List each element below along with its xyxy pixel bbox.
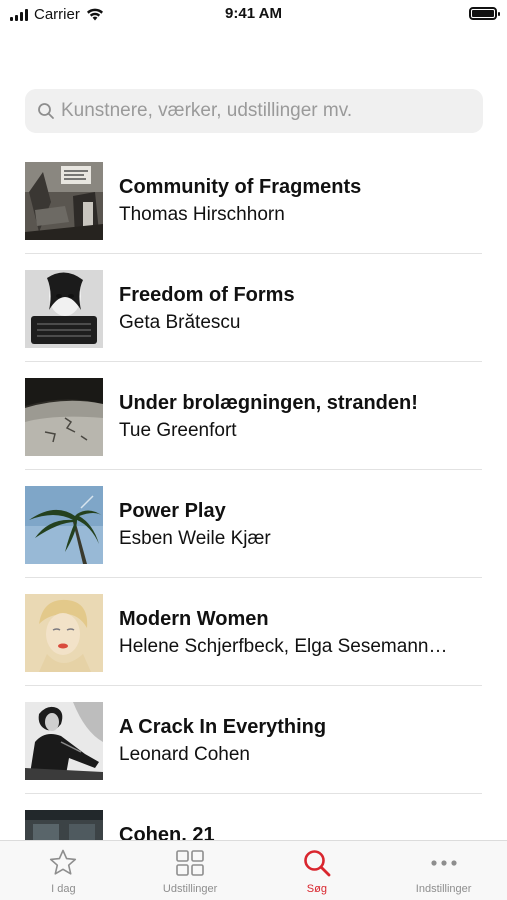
tab-indstillinger[interactable]: Indstillinger bbox=[380, 841, 507, 900]
thumbnail-image bbox=[25, 810, 103, 840]
tab-label: Søg bbox=[306, 883, 327, 895]
item-title: Freedom of Forms bbox=[119, 284, 295, 306]
tab-i-dag[interactable]: I dag bbox=[0, 841, 127, 900]
search-bar[interactable] bbox=[25, 89, 483, 133]
item-artist: Helene Schjerfbeck, Elga Sesemann… bbox=[119, 636, 448, 657]
item-title: Power Play bbox=[119, 500, 226, 522]
list-item[interactable]: Modern Women Helene Schjerfbeck, Elga Se… bbox=[0, 578, 507, 686]
search-input[interactable] bbox=[61, 100, 461, 122]
status-time: 9:41 AM bbox=[225, 5, 282, 22]
result-list[interactable]: Community of Fragments Thomas Hirschhorn… bbox=[0, 146, 507, 840]
item-title: Under brolægningen, stranden! bbox=[119, 392, 418, 414]
status-bar: Carrier 9:41 AM bbox=[0, 0, 507, 30]
thumbnail-image bbox=[25, 486, 103, 564]
list-item[interactable]: Power Play Esben Weile Kjær bbox=[0, 470, 507, 578]
search-icon bbox=[304, 850, 331, 877]
tab-soeg[interactable]: Søg bbox=[254, 841, 381, 900]
item-title: Community of Fragments bbox=[119, 176, 362, 198]
item-artist: Esben Weile Kjær bbox=[119, 528, 271, 549]
thumbnail-image bbox=[25, 702, 103, 780]
item-title: Cohen, 21 bbox=[119, 824, 215, 840]
list-item[interactable]: Community of Fragments Thomas Hirschhorn bbox=[0, 146, 507, 254]
item-title: A Crack In Everything bbox=[119, 716, 327, 738]
grid-icon bbox=[176, 850, 204, 876]
battery-icon bbox=[469, 7, 500, 20]
list-item[interactable]: Cohen, 21 bbox=[0, 794, 507, 840]
item-title: Modern Women bbox=[119, 608, 269, 630]
tab-udstillinger[interactable]: Udstillinger bbox=[127, 841, 254, 900]
list-item[interactable]: Freedom of Forms Geta Brătescu bbox=[0, 254, 507, 362]
list-item[interactable]: A Crack In Everything Leonard Cohen bbox=[0, 686, 507, 794]
thumbnail-image bbox=[25, 270, 103, 348]
more-icon bbox=[431, 860, 457, 866]
tab-label: Indstillinger bbox=[415, 883, 472, 895]
search-icon bbox=[38, 103, 54, 119]
item-artist: Tue Greenfort bbox=[119, 420, 237, 441]
thumbnail-image bbox=[25, 162, 103, 240]
item-artist: Thomas Hirschhorn bbox=[119, 204, 285, 225]
thumbnail-image bbox=[25, 378, 103, 456]
tab-label: I dag bbox=[51, 883, 76, 895]
item-artist: Leonard Cohen bbox=[119, 744, 250, 765]
list-item[interactable]: Under brolægningen, stranden! Tue Greenf… bbox=[0, 362, 507, 470]
tab-bar: I dag Udstillinger Søg Indstillinger bbox=[0, 840, 507, 900]
thumbnail-image bbox=[25, 594, 103, 672]
tab-label: Udstillinger bbox=[162, 883, 218, 895]
item-artist: Geta Brătescu bbox=[119, 312, 241, 333]
star-icon bbox=[50, 849, 77, 875]
